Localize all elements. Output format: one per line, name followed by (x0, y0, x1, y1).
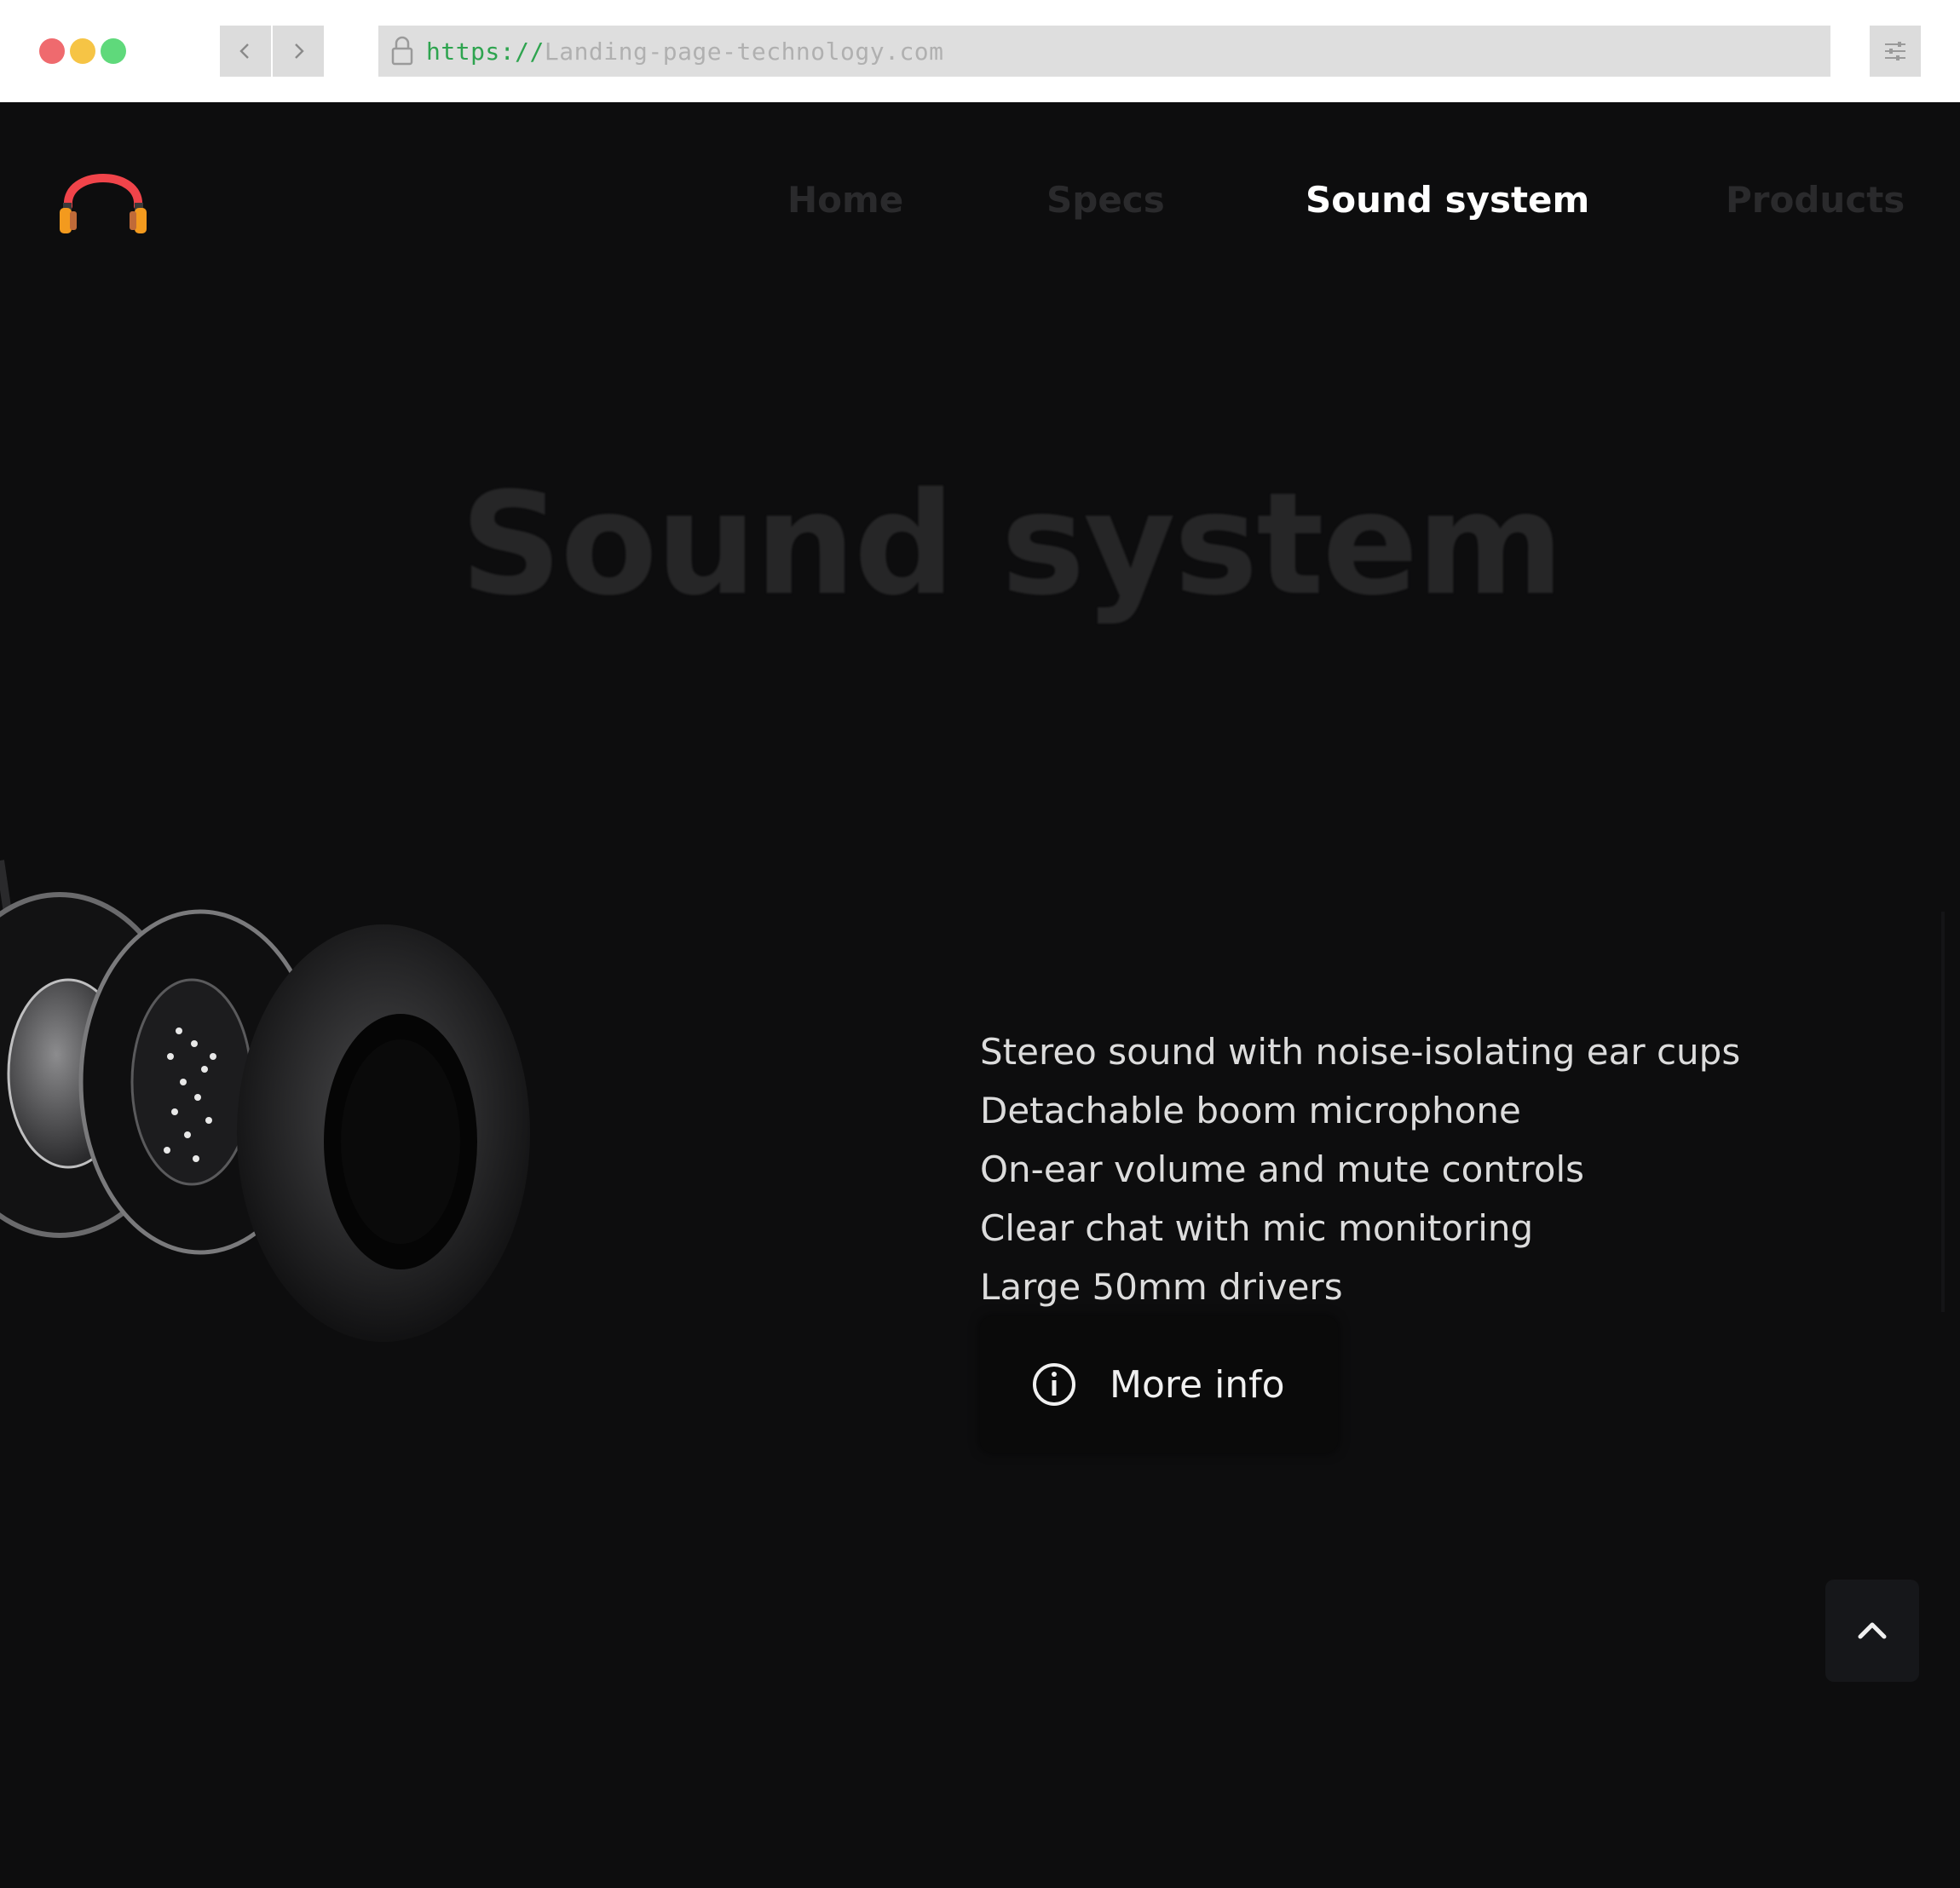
info-circle-icon (1033, 1363, 1075, 1406)
browser-chrome: https://Landing-page-technology.com (0, 0, 1960, 102)
browser-menu-button[interactable] (1870, 26, 1921, 77)
forward-button[interactable] (273, 26, 324, 77)
headset-exploded-image (0, 860, 530, 1342)
feature-item: On-ear volume and mute controls (980, 1148, 1584, 1190)
chevron-up-icon (1858, 1622, 1887, 1639)
feature-list: Stereo sound with noise-isolating ear cu… (980, 1022, 1900, 1316)
close-window-button[interactable] (39, 38, 65, 64)
nav-link-products[interactable]: Products (1726, 175, 1905, 226)
address-bar[interactable]: https://Landing-page-technology.com (378, 26, 1830, 77)
feature-item: Detachable boom microphone (980, 1090, 1521, 1131)
landing-page: Home Specs Sound system Products Sound s… (0, 102, 1960, 1888)
nav-link-specs[interactable]: Specs (1046, 175, 1165, 226)
scroll-indicator (1941, 912, 1945, 1312)
hero-title: Sound system (460, 463, 1564, 627)
headphones-logo-icon[interactable] (56, 153, 150, 239)
back-button[interactable] (220, 26, 271, 77)
minimize-window-button[interactable] (70, 38, 95, 64)
nav-link-sound-system[interactable]: Sound system (1306, 175, 1589, 226)
more-info-button[interactable]: More info (980, 1316, 1338, 1453)
chevron-right-icon (295, 43, 304, 59)
sliders-icon (1885, 42, 1905, 60)
url-text: https://Landing-page-technology.com (426, 37, 944, 66)
feature-item: Large 50mm drivers (980, 1266, 1343, 1308)
feature-item: Stereo sound with noise-isolating ear cu… (980, 1031, 1741, 1073)
feature-item: Clear chat with mic monitoring (980, 1207, 1534, 1249)
url-scheme: https:// (426, 37, 545, 66)
lock-icon (391, 36, 413, 66)
more-info-label: More info (1110, 1362, 1285, 1407)
scroll-to-top-button[interactable] (1825, 1580, 1919, 1682)
url-host: Landing-page-technology.com (544, 37, 944, 66)
chevron-left-icon (239, 43, 249, 59)
maximize-window-button[interactable] (101, 38, 126, 64)
nav-link-home[interactable]: Home (787, 175, 903, 226)
